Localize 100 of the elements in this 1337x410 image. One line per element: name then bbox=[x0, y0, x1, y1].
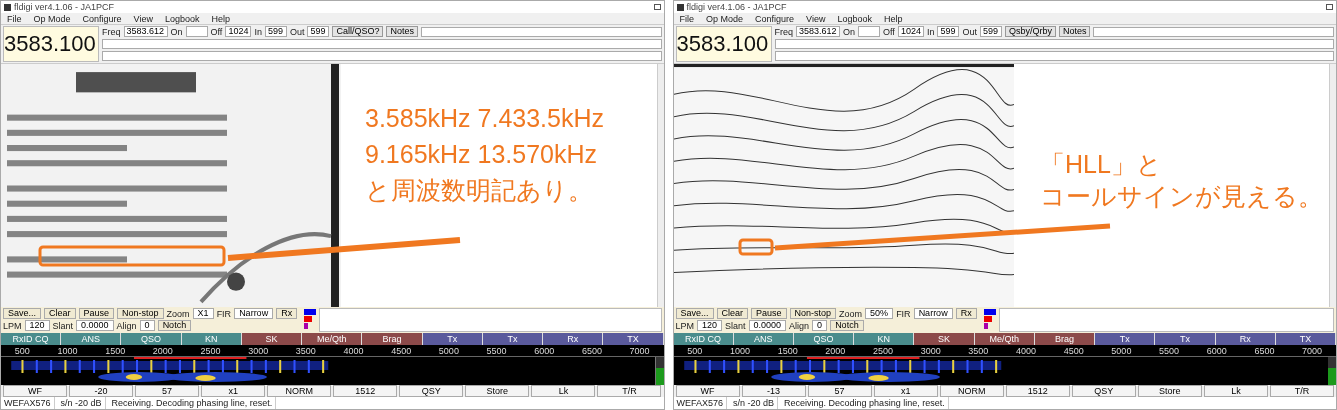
input-field[interactable] bbox=[185, 26, 208, 37]
input-field[interactable]: 1024 bbox=[897, 26, 924, 37]
waterfall-control[interactable]: QSY bbox=[399, 385, 464, 397]
waterfall-control[interactable]: T/R bbox=[597, 385, 662, 397]
macro-button[interactable]: Tx bbox=[422, 333, 483, 345]
field-button[interactable]: Notes bbox=[1058, 26, 1091, 37]
control-field[interactable]: 0 bbox=[812, 320, 828, 331]
menu-item[interactable]: File bbox=[679, 13, 694, 24]
macro-button[interactable]: TX bbox=[603, 333, 664, 345]
control-field[interactable]: 120 bbox=[697, 320, 723, 331]
macro-button[interactable]: ANS bbox=[733, 333, 794, 345]
menu-item[interactable]: View bbox=[133, 13, 153, 24]
control-button[interactable]: Pause bbox=[78, 308, 115, 319]
macro-button[interactable]: Brag bbox=[362, 333, 423, 345]
control-field[interactable]: 0.0000 bbox=[748, 320, 787, 331]
control-button[interactable]: Rx bbox=[276, 308, 298, 319]
control-field[interactable]: Narrow bbox=[913, 308, 953, 319]
scrollbar[interactable] bbox=[656, 64, 664, 307]
menu-item[interactable]: Op Mode bbox=[33, 13, 71, 24]
macro-button[interactable]: TX bbox=[1275, 333, 1337, 345]
macro-button[interactable]: KN bbox=[181, 333, 242, 345]
waterfall-control[interactable]: Lk bbox=[531, 385, 596, 397]
menu-item[interactable]: Configure bbox=[755, 13, 795, 24]
menu-item[interactable]: Help bbox=[211, 13, 230, 24]
input-field[interactable]: 1024 bbox=[225, 26, 252, 37]
control-button[interactable]: Non-stop bbox=[789, 308, 837, 319]
control-button[interactable]: Pause bbox=[751, 308, 787, 319]
input-field[interactable] bbox=[1093, 26, 1334, 37]
waterfall-control[interactable]: 1512 bbox=[1005, 385, 1070, 397]
input-field[interactable] bbox=[858, 26, 881, 37]
waterfall-control[interactable]: NORM bbox=[267, 385, 332, 397]
input-field[interactable] bbox=[774, 38, 1334, 49]
input-field[interactable]: 599 bbox=[264, 26, 287, 37]
control-button[interactable]: Notch bbox=[830, 320, 864, 331]
waterfall-control[interactable]: WF bbox=[675, 385, 740, 397]
control-button[interactable]: Notch bbox=[157, 320, 192, 331]
waterfall-control[interactable]: 1512 bbox=[333, 385, 398, 397]
macro-button[interactable]: Tx bbox=[482, 333, 544, 345]
waterfall-control[interactable]: Store bbox=[1137, 385, 1202, 397]
menu-item[interactable]: Op Mode bbox=[706, 13, 744, 24]
control-field[interactable]: 0 bbox=[139, 320, 155, 331]
waterfall-control[interactable]: T/R bbox=[1269, 385, 1334, 397]
field-button[interactable]: Qsby/Qrby bbox=[1004, 26, 1056, 37]
input-field[interactable] bbox=[102, 50, 662, 61]
scrollbar[interactable] bbox=[1329, 64, 1336, 307]
input-field[interactable] bbox=[420, 26, 662, 37]
control-button[interactable]: Rx bbox=[955, 308, 977, 319]
waterfall-control[interactable]: QSY bbox=[1071, 385, 1136, 397]
control-button[interactable]: Save... bbox=[675, 308, 714, 319]
macro-button[interactable]: SK bbox=[241, 333, 303, 345]
maximize-icon[interactable] bbox=[1326, 4, 1333, 10]
waterfall-control[interactable]: NORM bbox=[939, 385, 1004, 397]
macro-button[interactable]: Rx bbox=[543, 333, 604, 345]
macro-button[interactable]: Me/Qth bbox=[302, 333, 363, 345]
menu-item[interactable]: Logbook bbox=[837, 13, 872, 24]
input-field[interactable] bbox=[774, 50, 1334, 61]
menu-item[interactable]: File bbox=[7, 13, 22, 24]
waterfall-control[interactable]: 57 bbox=[807, 385, 872, 397]
input-field[interactable]: 599 bbox=[937, 26, 960, 37]
menu-item[interactable]: Configure bbox=[82, 13, 122, 24]
waterfall-control[interactable]: x1 bbox=[873, 385, 938, 397]
macro-button[interactable]: SK bbox=[914, 333, 975, 345]
field-button[interactable]: Call/QSO? bbox=[332, 26, 384, 37]
control-button[interactable]: Clear bbox=[44, 308, 76, 319]
macro-button[interactable]: RxID CQ bbox=[1, 333, 62, 345]
input-field[interactable]: 599 bbox=[979, 26, 1002, 37]
menu-item[interactable]: Help bbox=[884, 13, 903, 24]
menu-item[interactable]: Logbook bbox=[164, 13, 200, 24]
waterfall-control[interactable]: Lk bbox=[1203, 385, 1268, 397]
macro-button[interactable]: ANS bbox=[61, 333, 122, 345]
macro-button[interactable]: Tx bbox=[1095, 333, 1156, 345]
waterfall-control[interactable]: Store bbox=[465, 385, 530, 397]
control-button[interactable]: Non-stop bbox=[117, 308, 164, 319]
waterfall-control[interactable]: WF bbox=[3, 385, 68, 397]
input-field[interactable]: 3583.612 bbox=[123, 26, 168, 37]
control-field[interactable]: 120 bbox=[24, 320, 50, 331]
control-button[interactable]: Clear bbox=[716, 308, 749, 319]
control-field[interactable]: 0.0000 bbox=[76, 320, 114, 331]
waterfall-control[interactable]: -20 bbox=[69, 385, 134, 397]
macro-button[interactable]: Brag bbox=[1034, 333, 1096, 345]
control-field[interactable]: Narrow bbox=[234, 308, 274, 319]
macro-button[interactable]: QSO bbox=[793, 333, 855, 345]
macro-button[interactable]: Tx bbox=[1155, 333, 1216, 345]
macro-button[interactable]: Me/Qth bbox=[974, 333, 1035, 345]
macro-button[interactable]: RxID CQ bbox=[673, 333, 734, 345]
maximize-icon[interactable] bbox=[653, 4, 661, 10]
waterfall-control[interactable]: 57 bbox=[135, 385, 200, 397]
control-field[interactable]: X1 bbox=[192, 308, 214, 319]
waterfall-control[interactable]: -13 bbox=[741, 385, 806, 397]
input-field[interactable]: 3583.612 bbox=[796, 26, 840, 37]
control-button[interactable]: Save... bbox=[3, 308, 41, 319]
macro-button[interactable]: Rx bbox=[1215, 333, 1276, 345]
macro-button[interactable]: KN bbox=[854, 333, 915, 345]
input-field[interactable] bbox=[102, 38, 662, 49]
field-button[interactable]: Notes bbox=[386, 26, 418, 37]
waterfall-control[interactable]: x1 bbox=[201, 385, 266, 397]
control-field[interactable]: 50% bbox=[865, 308, 894, 319]
input-field[interactable]: 599 bbox=[307, 26, 330, 37]
menu-item[interactable]: View bbox=[806, 13, 826, 24]
macro-button[interactable]: QSO bbox=[121, 333, 182, 345]
